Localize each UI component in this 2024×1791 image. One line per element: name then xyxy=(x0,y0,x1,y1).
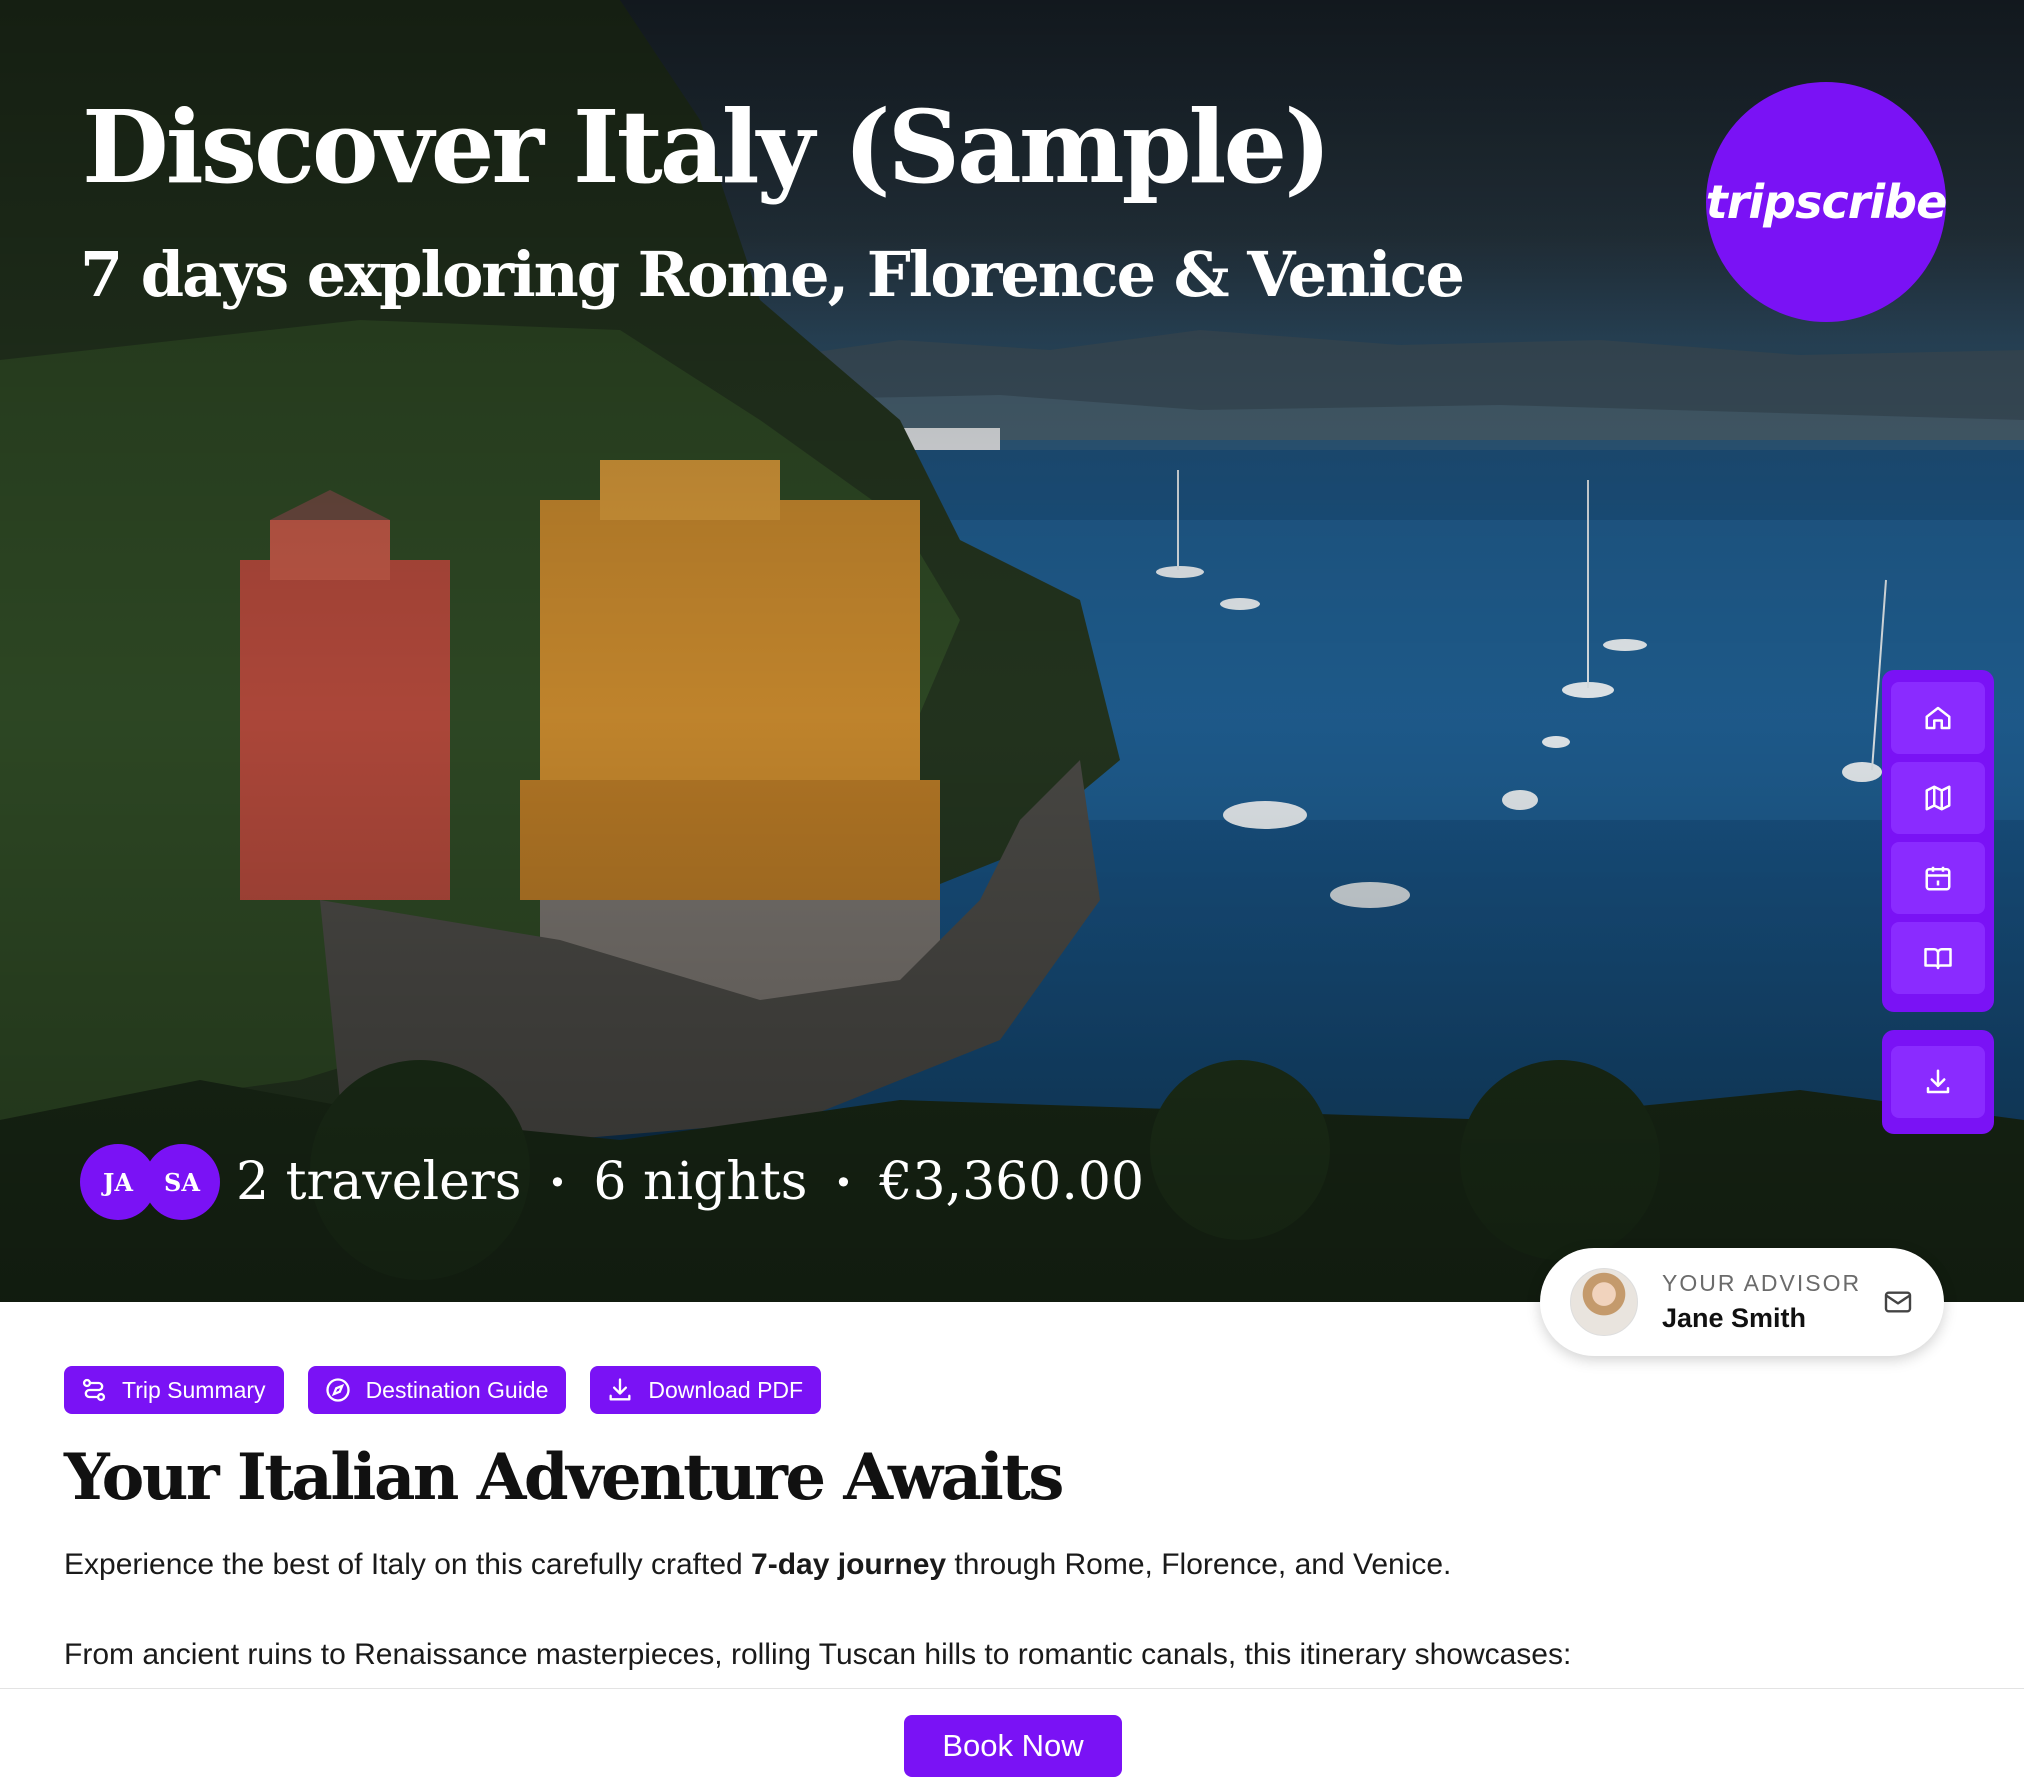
advisor-name: Jane Smith xyxy=(1662,1303,1807,1333)
meta-separator: • xyxy=(551,1162,564,1201)
trip-price: €3,360.00 xyxy=(879,1152,1145,1212)
nav-home-button[interactable] xyxy=(1891,682,1985,754)
book-now-button[interactable]: Book Now xyxy=(904,1715,1122,1777)
meta-separator: • xyxy=(837,1162,850,1201)
side-download xyxy=(1882,1030,1994,1134)
travelers-count: 2 travelers xyxy=(236,1152,522,1212)
destination-guide-button[interactable]: Destination Guide xyxy=(307,1366,567,1414)
download-icon xyxy=(1926,1069,1950,1094)
intro-text: Experience the best of Italy on this car… xyxy=(64,1548,752,1581)
home-icon xyxy=(1925,706,1951,730)
intro-paragraph: Experience the best of Italy on this car… xyxy=(64,1548,1451,1582)
advisor-label: YOUR ADVISOR xyxy=(1662,1270,1862,1296)
nav-calendar-button[interactable] xyxy=(1891,842,1985,914)
section-heading: Your Italian Adventure Awaits xyxy=(64,1440,1064,1515)
compass-icon xyxy=(325,1378,350,1402)
side-nav xyxy=(1882,670,1994,1012)
mail-icon[interactable] xyxy=(1882,1286,1914,1318)
trip-meta: JA SA 2 travelers • 6 nights • €3,360.00 xyxy=(80,1142,1144,1222)
traveler-avatar: SA xyxy=(144,1144,220,1220)
intro-text-end: through Rome, Florence, and Venice. xyxy=(946,1548,1452,1581)
download-icon xyxy=(609,1378,631,1401)
destination-guide-label: Destination Guide xyxy=(365,1376,549,1403)
brand-logo: tripscribe xyxy=(1705,82,1948,322)
advisor-card[interactable]: YOUR ADVISOR Jane Smith xyxy=(1540,1248,1944,1356)
trip-summary-button[interactable]: Trip Summary xyxy=(64,1366,284,1414)
intro-highlight: 7-day journey xyxy=(751,1548,947,1581)
calendar-icon xyxy=(1925,866,1951,891)
trip-title: Discover Italy (Sample) xyxy=(82,88,1331,206)
highlights-paragraph: From ancient ruins to Renaissance master… xyxy=(64,1638,1572,1671)
trip-subtitle: 7 days exploring Rome, Florence & Venice xyxy=(80,238,1465,311)
trip-summary-label: Trip Summary xyxy=(122,1376,266,1403)
action-pills: Trip Summary Destination Guide Download … xyxy=(64,1366,845,1414)
nav-map-button[interactable] xyxy=(1891,762,1985,834)
footer-bar: Book Now xyxy=(0,1688,2024,1791)
map-icon xyxy=(1925,785,1951,811)
advisor-info: YOUR ADVISOR Jane Smith xyxy=(1662,1270,1861,1334)
nav-guide-button[interactable] xyxy=(1891,922,1985,994)
nights-count: 6 nights xyxy=(593,1152,808,1212)
route-icon xyxy=(82,1378,106,1402)
download-pdf-label: Download PDF xyxy=(648,1376,804,1403)
download-pdf-button[interactable]: Download PDF xyxy=(590,1366,822,1414)
advisor-avatar xyxy=(1570,1268,1638,1336)
hero-banner: Discover Italy (Sample) 7 days exploring… xyxy=(0,0,2024,1302)
brand-name: tripscribe xyxy=(1705,175,1948,229)
book-open-icon xyxy=(1924,948,1952,970)
nav-download-button[interactable] xyxy=(1891,1046,1985,1118)
